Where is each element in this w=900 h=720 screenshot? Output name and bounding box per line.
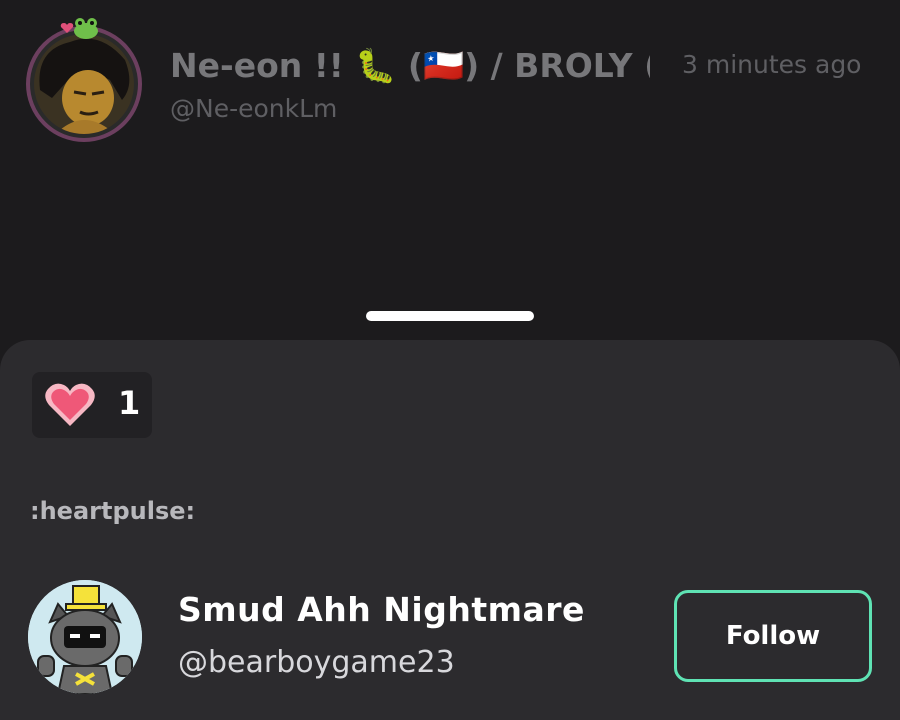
reaction-shortcode: :heartpulse: [30,497,196,525]
reaction-chip-heartpulse[interactable]: 1 [32,372,152,438]
reactor-avatar[interactable] [28,580,142,694]
small-heart-icon [60,23,74,33]
reactions-sheet: 1 :heartpulse: Smud Ahh Nightmare @bearb… [0,340,900,720]
follow-button[interactable]: Follow [674,590,872,682]
reactor-list-item[interactable]: Smud Ahh Nightmare @bearboygame23 Follow [0,580,900,700]
post-timestamp: 3 minutes ago [682,50,862,79]
heart-icon [45,383,95,426]
author-avatar[interactable] [26,18,142,142]
frog-badge-icon [74,18,98,39]
sheet-drag-handle[interactable] [366,311,534,321]
author-handle[interactable]: @Ne-eonkLm [170,94,337,123]
post-header: Ne-eon !! 🐛 (🇨🇱) / BROLY (D 3 minutes ag… [0,0,900,340]
reactor-handle[interactable]: @bearboygame23 [178,645,455,680]
reactor-avatar-image [28,580,142,694]
author-avatar-image [34,34,134,134]
author-name[interactable]: Ne-eon !! 🐛 (🇨🇱) / BROLY (D [170,46,650,86]
reaction-count: 1 [118,384,141,422]
reactor-display-name[interactable]: Smud Ahh Nightmare [178,590,585,629]
